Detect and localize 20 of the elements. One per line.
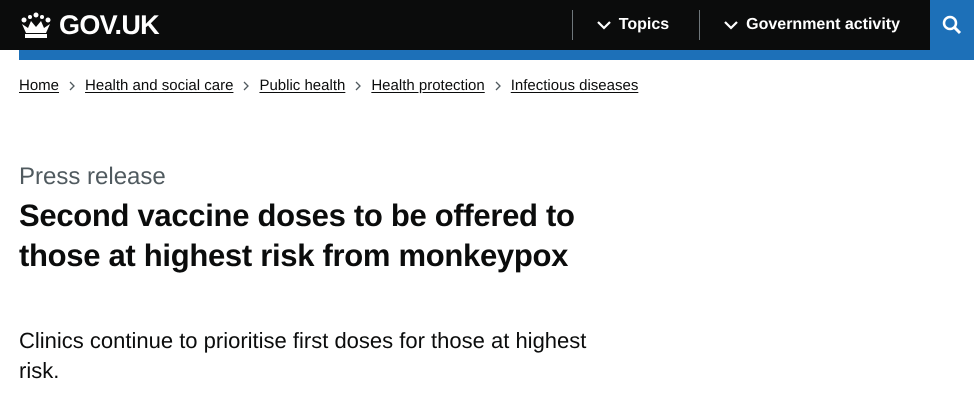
chevron-icon xyxy=(724,20,738,30)
logo-link[interactable]: GOV.UK xyxy=(19,0,159,50)
search-icon xyxy=(942,15,962,35)
breadcrumb-link[interactable]: Home xyxy=(19,75,60,98)
lead-paragraph: Clinics continue to prioritise first doses for those at highest risk. xyxy=(19,326,588,384)
logo-text: GOV.UK xyxy=(59,8,159,42)
chevron-right-icon xyxy=(494,81,501,92)
chevron-icon xyxy=(596,20,611,30)
breadcrumb-link[interactable]: Health protection xyxy=(371,75,485,98)
page-title: Second vaccine doses to be offered to those at highest risk from monkeypox xyxy=(19,196,576,275)
chevron-right-icon xyxy=(243,81,250,92)
crown-icon xyxy=(19,11,53,39)
breadcrumb-link[interactable]: Infectious diseases xyxy=(510,75,638,98)
search-button[interactable] xyxy=(930,0,974,50)
breadcrumb-link[interactable]: Health and social care xyxy=(85,75,234,98)
chevron-right-icon xyxy=(355,81,362,92)
nav-button[interactable]: Topics xyxy=(572,10,700,40)
breadcrumb-link[interactable]: Public health xyxy=(259,75,346,98)
chevron-right-icon xyxy=(69,81,76,92)
caption: Press release xyxy=(19,162,167,192)
